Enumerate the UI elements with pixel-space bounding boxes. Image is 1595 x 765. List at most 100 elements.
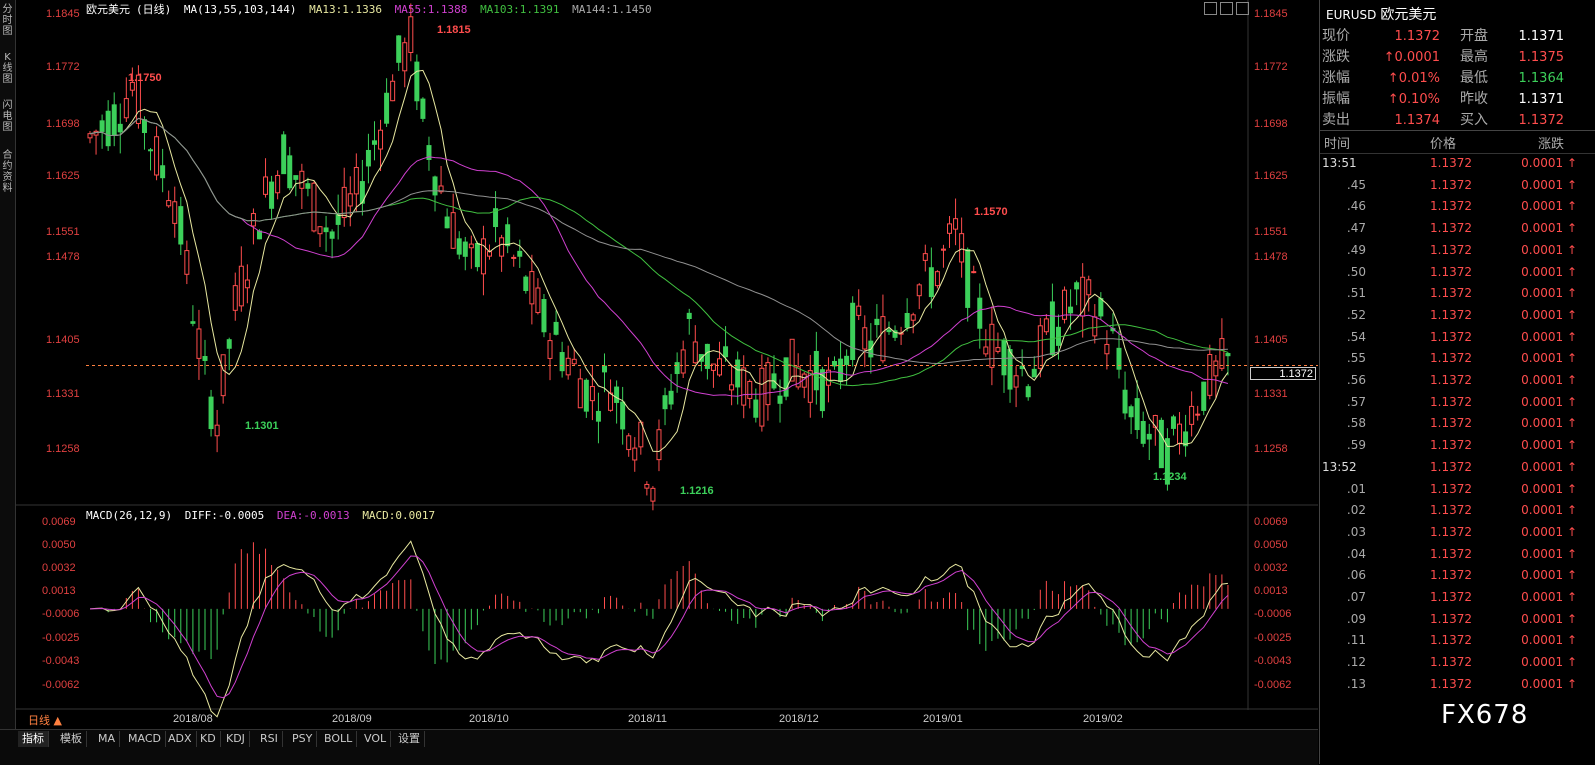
- candle-body: [680, 349, 686, 374]
- candle-body: [934, 271, 940, 287]
- tick-change: 0.0001 ↑: [1521, 156, 1577, 170]
- chart-canvas[interactable]: [16, 0, 1318, 729]
- rail-btn-timeshare[interactable]: 分时图: [0, 4, 15, 37]
- candle-body: [244, 279, 250, 289]
- candle-body: [1025, 386, 1031, 398]
- period-selector[interactable]: 日线 ▲: [24, 713, 66, 729]
- tick-time: .03: [1346, 524, 1366, 539]
- chart-toolbar: [1204, 0, 1252, 19]
- candle-body: [1080, 276, 1086, 317]
- tick-change: 0.0001 ↑: [1521, 329, 1577, 344]
- candle-body: [178, 206, 184, 245]
- tick-row: .13 1.1372 0.0001 ↑: [1320, 674, 1595, 695]
- tick-time: .58: [1346, 416, 1366, 431]
- tab-adx[interactable]: ADX: [164, 731, 197, 747]
- candle-body: [384, 92, 390, 124]
- candle-body: [1189, 405, 1195, 425]
- tab-kdj[interactable]: KDJ: [222, 731, 250, 747]
- macd-axis-tick: 0.0013: [1254, 585, 1288, 597]
- candle-body: [541, 299, 547, 333]
- candle-body: [1195, 413, 1201, 416]
- quote-row: 卖出 1.1374 买入 1.1372: [1320, 110, 1595, 131]
- macd-axis-tick: -0.0006: [1254, 608, 1292, 620]
- candle-body: [390, 80, 396, 102]
- candle-body: [117, 123, 123, 133]
- candle-body: [420, 98, 426, 119]
- candle-body: [626, 435, 632, 451]
- candle-body: [977, 297, 983, 329]
- quote-label: 卖出: [1322, 112, 1350, 128]
- price-axis-tick: 1.1478: [46, 251, 80, 263]
- candle-body: [480, 238, 486, 275]
- tab-vol[interactable]: VOL: [360, 731, 392, 747]
- tick-change: 0.0001 ↑: [1521, 221, 1577, 236]
- candle-body: [983, 346, 989, 355]
- tick-price: 1.1372: [1430, 524, 1472, 539]
- quote-value: ↑0.01%: [1387, 71, 1440, 86]
- tick-price: 1.1372: [1430, 633, 1472, 648]
- tick-time: .51: [1346, 286, 1366, 301]
- tick-row: .49 1.1372 0.0001 ↑: [1320, 240, 1595, 261]
- quote-label: 现价: [1322, 28, 1350, 44]
- candle-body: [287, 155, 293, 189]
- candle-body: [1013, 375, 1019, 388]
- tick-time: .12: [1346, 655, 1366, 670]
- candle-body: [1104, 343, 1110, 355]
- tick-price: 1.1372: [1430, 611, 1472, 626]
- tick-time: .52: [1346, 307, 1366, 322]
- price-axis-tick: 1.1331: [1254, 388, 1288, 400]
- rail-btn-kline[interactable]: K线图: [0, 52, 15, 85]
- candle-body: [662, 395, 668, 410]
- quote-label: 涨幅: [1322, 70, 1350, 86]
- candle-body: [154, 136, 160, 176]
- tab-ma[interactable]: MA: [94, 731, 121, 747]
- candle-body: [311, 182, 317, 232]
- price-axis-tick: 1.1405: [1254, 334, 1288, 346]
- candle-body: [589, 386, 595, 402]
- settings-icon[interactable]: [1236, 2, 1249, 15]
- tick-row: .58 1.1372 0.0001 ↑: [1320, 413, 1595, 434]
- tick-time: .57: [1346, 394, 1366, 409]
- rail-btn-lightning[interactable]: 闪电图: [0, 100, 15, 133]
- period-label: (日线): [136, 3, 172, 16]
- tick-time: .50: [1346, 264, 1366, 279]
- macd-axis-tick: 0.0069: [42, 516, 76, 528]
- candle-body: [238, 265, 244, 307]
- quote-label: 开盘: [1460, 28, 1488, 44]
- macd-lines: [89, 540, 1229, 718]
- tab-rsi[interactable]: RSI: [256, 731, 283, 747]
- rail-btn-contract[interactable]: 合约资料: [0, 150, 15, 194]
- candle-body: [759, 367, 765, 427]
- candle-body: [656, 429, 662, 461]
- candle-body: [214, 424, 220, 437]
- quote-row: 现价 1.1372 开盘 1.1371: [1320, 26, 1595, 47]
- candle-body: [577, 378, 583, 409]
- quote-row: 振幅 ↑0.10% 昨收 1.1371: [1320, 89, 1595, 110]
- zoom-in-icon[interactable]: [1204, 2, 1217, 15]
- tab-settings[interactable]: 设置: [394, 731, 425, 747]
- tick-price: 1.1372: [1430, 655, 1472, 670]
- tick-row: .57 1.1372 0.0001 ↑: [1320, 392, 1595, 413]
- candle-body: [1074, 282, 1080, 290]
- tab-boll[interactable]: BOLL: [320, 731, 358, 747]
- tick-change: 0.0001 ↑: [1521, 351, 1577, 366]
- tick-price: 1.1372: [1430, 221, 1472, 236]
- tab-indicator[interactable]: 指标: [18, 731, 49, 747]
- annotation-low-1: 1.1301: [245, 420, 279, 432]
- candle-body: [347, 193, 353, 207]
- tab-macd[interactable]: MACD: [124, 731, 166, 747]
- tab-template[interactable]: 模板: [56, 731, 87, 747]
- candle-body: [371, 140, 377, 145]
- zoom-out-icon[interactable]: [1220, 2, 1233, 15]
- candle-body: [402, 42, 408, 72]
- candle-body: [1219, 338, 1225, 369]
- candle-body: [87, 133, 93, 139]
- tab-kd[interactable]: KD: [196, 731, 221, 747]
- candle-body: [148, 149, 154, 152]
- macd-axis-tick: 0.0050: [42, 539, 76, 551]
- ma55-line: [89, 117, 1229, 397]
- tab-psy[interactable]: PSY: [288, 731, 318, 747]
- candle-body: [1225, 353, 1231, 357]
- tick-time: 13:51: [1322, 156, 1357, 170]
- tick-row: .47 1.1372 0.0001 ↑: [1320, 218, 1595, 239]
